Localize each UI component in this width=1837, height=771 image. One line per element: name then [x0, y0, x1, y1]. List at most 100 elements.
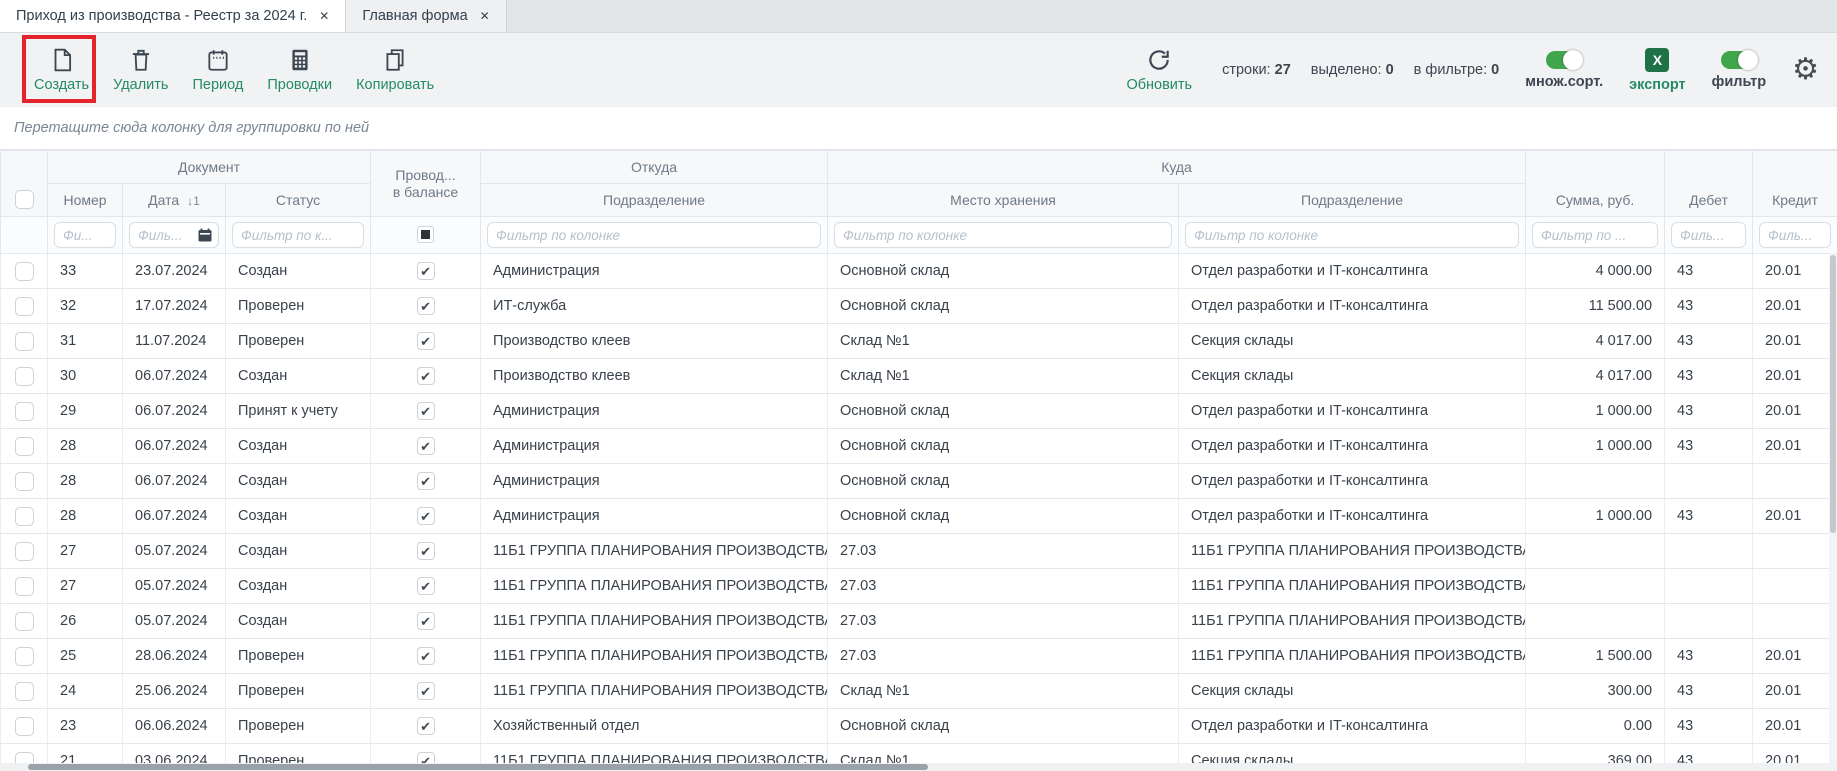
cell-status: Создан [226, 569, 371, 604]
posted-checkbox[interactable]: ✔ [417, 682, 435, 700]
filter-posted-checkbox[interactable] [417, 226, 434, 243]
posted-checkbox[interactable]: ✔ [417, 542, 435, 560]
table-row[interactable]: 26 05.07.2024 Создан ✔ 11Б1 ГРУППА ПЛАНИ… [1, 604, 1837, 639]
column-header-date[interactable]: Дата↓1 [123, 184, 226, 217]
cell-status: Создан [226, 534, 371, 569]
row-select-checkbox[interactable] [15, 542, 34, 561]
posted-checkbox[interactable]: ✔ [417, 612, 435, 630]
group-header-document[interactable]: Документ [48, 151, 371, 184]
row-select-checkbox[interactable] [15, 437, 34, 456]
posted-checkbox[interactable]: ✔ [417, 297, 435, 315]
table-row[interactable]: 23 06.06.2024 Проверен ✔ Хозяйственный о… [1, 709, 1837, 744]
vertical-scrollbar-thumb[interactable] [1830, 255, 1836, 533]
row-select-checkbox[interactable] [15, 367, 34, 386]
refresh-button[interactable]: Обновить [1122, 45, 1196, 95]
posted-checkbox[interactable]: ✔ [417, 577, 435, 595]
table-row[interactable]: 32 17.07.2024 Проверен ✔ ИТ-служба Основ… [1, 289, 1837, 324]
row-select-checkbox[interactable] [15, 647, 34, 666]
table-row[interactable]: 31 11.07.2024 Проверен ✔ Производство кл… [1, 324, 1837, 359]
cell-sum: 1 000.00 [1526, 394, 1665, 429]
cell-number: 28 [48, 499, 123, 534]
posted-checkbox[interactable]: ✔ [417, 262, 435, 280]
cell-from-division: 11Б1 ГРУППА ПЛАНИРОВАНИЯ ПРОИЗВОДСТВА [481, 604, 828, 639]
filter-from-division-input[interactable] [487, 222, 821, 248]
filter-toggle[interactable] [1721, 51, 1757, 69]
multisort-toggle[interactable] [1546, 51, 1582, 69]
settings-gear-icon[interactable]: ⚙ [1792, 55, 1819, 85]
cell-sum: 11 500.00 [1526, 289, 1665, 324]
filter-storage-input[interactable] [834, 222, 1172, 248]
filter-number-input[interactable] [54, 222, 116, 248]
posted-checkbox[interactable]: ✔ [417, 332, 435, 350]
period-button[interactable]: Период [188, 45, 247, 95]
table-row[interactable]: 33 23.07.2024 Создан ✔ Администрация Осн… [1, 254, 1837, 289]
cell-from-division: 11Б1 ГРУППА ПЛАНИРОВАНИЯ ПРОИЗВОДСТВА [481, 534, 828, 569]
posted-checkbox[interactable]: ✔ [417, 437, 435, 455]
table-row[interactable]: 27 05.07.2024 Создан ✔ 11Б1 ГРУППА ПЛАНИ… [1, 569, 1837, 604]
cell-debit [1665, 604, 1753, 639]
table-row[interactable]: 29 06.07.2024 Принят к учету ✔ Администр… [1, 394, 1837, 429]
group-header-from[interactable]: Откуда [481, 151, 828, 184]
group-by-hint[interactable]: Перетащите сюда колонку для группировки … [0, 107, 1837, 150]
cell-date: 06.07.2024 [123, 499, 226, 534]
posted-checkbox[interactable]: ✔ [417, 647, 435, 665]
filter-debit-input[interactable] [1671, 222, 1746, 248]
row-select-checkbox[interactable] [15, 297, 34, 316]
copy-button[interactable]: Копировать [352, 45, 438, 95]
row-select-checkbox[interactable] [15, 612, 34, 631]
column-header-to-division[interactable]: Подразделение [1179, 184, 1526, 217]
table-row[interactable]: 28 06.07.2024 Создан ✔ Администрация Осн… [1, 429, 1837, 464]
select-all-checkbox[interactable] [15, 190, 34, 209]
column-header-credit[interactable]: Кредит [1753, 151, 1837, 217]
posted-checkbox[interactable]: ✔ [417, 472, 435, 490]
row-select-checkbox[interactable] [15, 682, 34, 701]
group-header-to[interactable]: Куда [828, 151, 1526, 184]
table-row[interactable]: 28 06.07.2024 Создан ✔ Администрация Осн… [1, 499, 1837, 534]
row-select-checkbox[interactable] [15, 577, 34, 596]
filter-to-division-input[interactable] [1185, 222, 1519, 248]
column-header-status[interactable]: Статус [226, 184, 371, 217]
table-row[interactable]: 25 28.06.2024 Проверен ✔ 11Б1 ГРУППА ПЛА… [1, 639, 1837, 674]
column-header-from-division[interactable]: Подразделение [481, 184, 828, 217]
posted-checkbox[interactable]: ✔ [417, 402, 435, 420]
close-icon[interactable]: ✕ [319, 9, 329, 23]
tab-main-form[interactable]: Главная форма ✕ [346, 0, 506, 32]
table-row[interactable]: 24 25.06.2024 Проверен ✔ 11Б1 ГРУППА ПЛА… [1, 674, 1837, 709]
posted-checkbox[interactable]: ✔ [417, 717, 435, 735]
filter-credit-input[interactable] [1759, 222, 1831, 248]
horizontal-scrollbar[interactable] [0, 763, 1837, 771]
column-header-posted[interactable]: Провод... в балансе [371, 151, 481, 217]
row-select-checkbox[interactable] [15, 262, 34, 281]
filter-sum-input[interactable] [1532, 222, 1658, 248]
entries-button[interactable]: Проводки [263, 45, 336, 95]
vertical-scrollbar[interactable] [1829, 253, 1837, 763]
posted-checkbox[interactable]: ✔ [417, 507, 435, 525]
create-button[interactable]: Создать [30, 45, 93, 95]
filter-status-input[interactable] [232, 222, 364, 248]
column-header-storage[interactable]: Место хранения [828, 184, 1179, 217]
table-row[interactable]: 30 06.07.2024 Создан ✔ Производство клее… [1, 359, 1837, 394]
calendar-small-icon[interactable] [197, 227, 213, 243]
posted-checkbox[interactable]: ✔ [417, 367, 435, 385]
export-button[interactable]: X экспорт [1629, 48, 1686, 93]
cell-storage: Основной склад [828, 464, 1179, 499]
row-select-checkbox[interactable] [15, 507, 34, 526]
filter-toggle-group[interactable]: фильтр [1712, 51, 1766, 90]
table-row[interactable]: 27 05.07.2024 Создан ✔ 11Б1 ГРУППА ПЛАНИ… [1, 534, 1837, 569]
row-select-checkbox[interactable] [15, 402, 34, 421]
tab-receipt-registry[interactable]: Приход из производства - Реестр за 2024 … [0, 0, 346, 32]
horizontal-scrollbar-thumb[interactable] [28, 764, 928, 770]
column-header-number[interactable]: Номер [48, 184, 123, 217]
cell-storage: Склад №1 [828, 324, 1179, 359]
delete-button[interactable]: Удалить [109, 45, 172, 95]
multisort-toggle-group[interactable]: множ.сорт. [1525, 51, 1603, 90]
cell-debit: 43 [1665, 429, 1753, 464]
table-row[interactable]: 28 06.07.2024 Создан ✔ Администрация Осн… [1, 464, 1837, 499]
row-select-checkbox[interactable] [15, 472, 34, 491]
column-header-debit[interactable]: Дебет [1665, 151, 1753, 217]
row-select-checkbox[interactable] [15, 332, 34, 351]
cell-credit: 20.01 [1753, 254, 1837, 289]
close-icon[interactable]: ✕ [480, 9, 490, 23]
row-select-checkbox[interactable] [15, 717, 34, 736]
column-header-sum[interactable]: Сумма, руб. [1526, 151, 1665, 217]
